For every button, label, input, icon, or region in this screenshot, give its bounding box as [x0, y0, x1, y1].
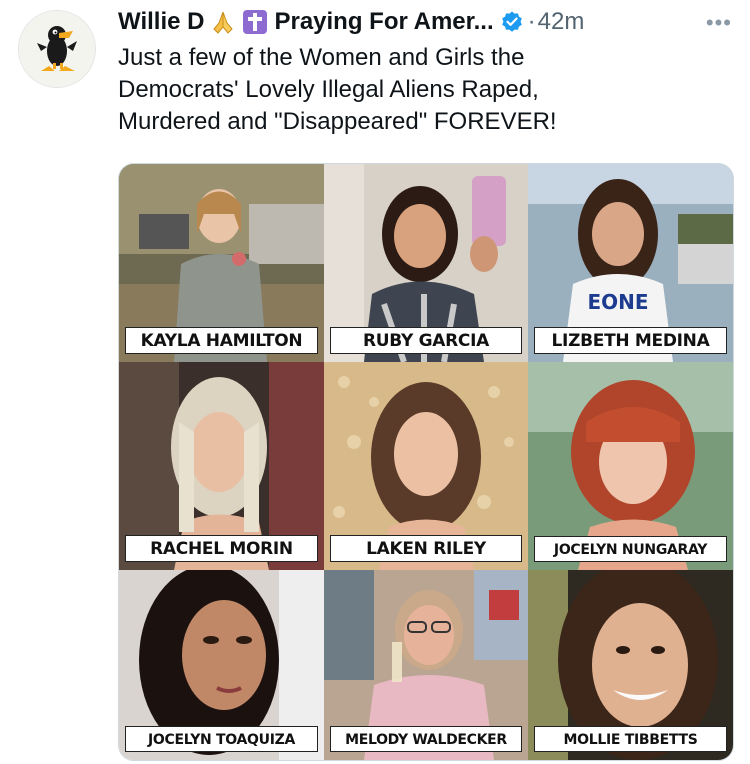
photo-cell: RACHEL MORIN	[119, 362, 324, 570]
name-label: KAYLA HAMILTON	[125, 327, 318, 354]
name-label: LAKEN RILEY	[330, 535, 522, 562]
post-header: Willie D Praying For Amer... · 42m •••	[118, 6, 734, 38]
duck-avatar-icon	[19, 11, 95, 87]
post-text-line: Just a few of the Women and Girls the	[118, 44, 525, 71]
timestamp[interactable]: 42m	[538, 8, 585, 36]
post-text-line: Democrats' Lovely Illegal Aliens Raped,	[118, 76, 539, 103]
time-separator: ·	[527, 8, 536, 35]
name-label: JOCELYN TOAQUIZA	[125, 726, 318, 752]
name-label: RUBY GARCIA	[330, 327, 522, 354]
photo-cell: MOLLIE TIBBETTS	[528, 570, 733, 760]
secondary-name[interactable]: Praying For Amer...	[274, 8, 493, 36]
name-label: JOCELYN NUNGARAY	[534, 536, 727, 562]
photo-cell: MELODY WALDECKER	[324, 570, 528, 760]
verified-badge-icon	[500, 10, 524, 34]
name-label: LIZBETH MEDINA	[534, 327, 727, 354]
name-label: MOLLIE TIBBETTS	[534, 726, 727, 752]
photo-cell: JOCELYN NUNGARAY	[528, 362, 733, 570]
cross-icon	[242, 9, 268, 35]
photo-cell: KAYLA HAMILTON	[119, 164, 324, 362]
name-label: MELODY WALDECKER	[330, 726, 522, 752]
post-text-line: Murdered and "Disappeared" FOREVER!	[118, 108, 557, 135]
photo-cell: RUBY GARCIA	[324, 164, 528, 362]
post-text: Just a few of the Women and Girls the De…	[118, 42, 718, 138]
more-options-icon[interactable]: •••	[706, 10, 732, 36]
post-image[interactable]: KAYLA HAMILTON RUBY GARCIA EONE LIZBETH …	[118, 163, 734, 761]
author-name[interactable]: Willie D	[118, 8, 204, 36]
photo-cell: EONE LIZBETH MEDINA	[528, 164, 733, 362]
svg-text:EONE: EONE	[587, 290, 648, 314]
name-label: RACHEL MORIN	[125, 535, 318, 562]
photo-cell: LAKEN RILEY	[324, 362, 528, 570]
photo-cell: JOCELYN TOAQUIZA	[119, 570, 324, 760]
post[interactable]: Willie D Praying For Amer... · 42m ••• J…	[0, 0, 750, 764]
avatar[interactable]	[18, 10, 96, 88]
praying-hands-icon	[210, 9, 236, 35]
